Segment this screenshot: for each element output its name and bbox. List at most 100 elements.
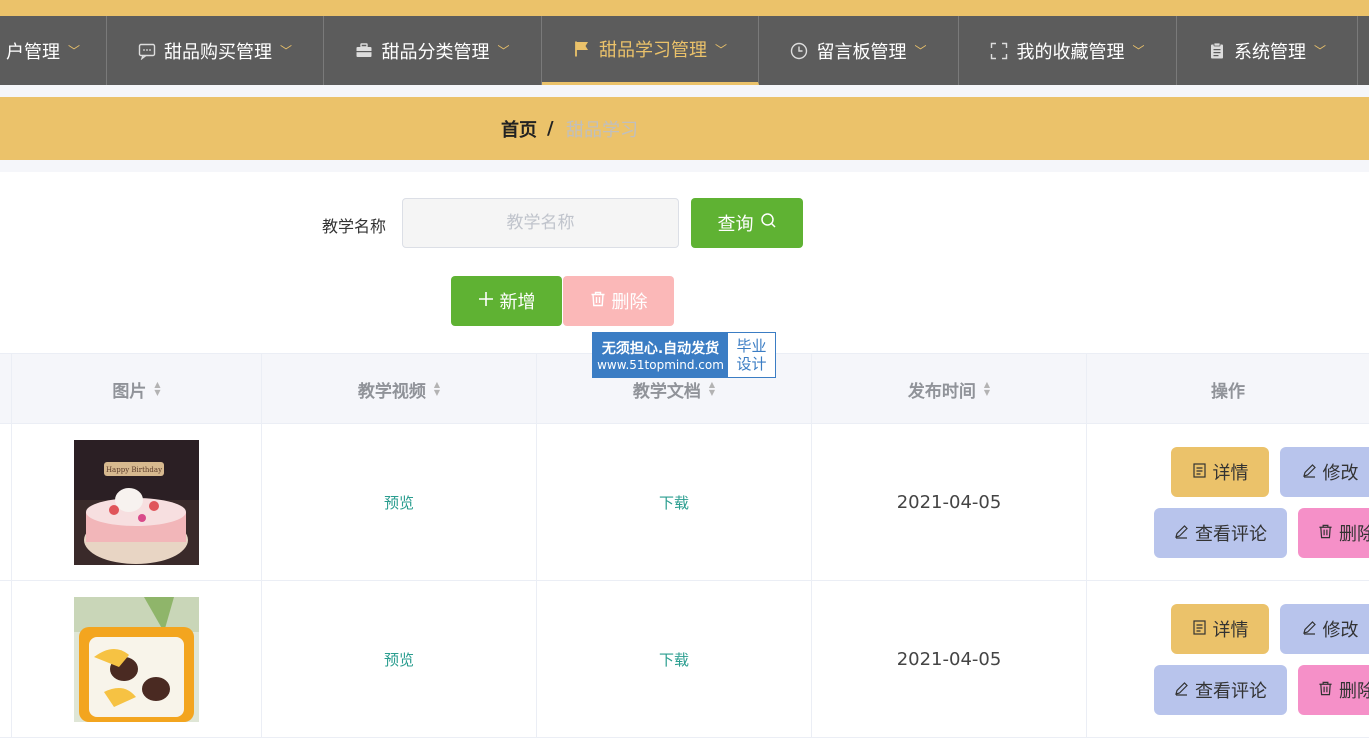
breadcrumb: 首页 / 甜品学习 <box>0 97 1369 160</box>
breadcrumb-current: 甜品学习 <box>566 119 638 141</box>
query-button[interactable]: 查询 <box>691 198 803 248</box>
table-header-label: 操作 <box>1211 381 1245 402</box>
view-comments-button-label: 查看评论 <box>1195 681 1267 702</box>
sort-icon[interactable]: ▲ ▼ <box>709 381 715 397</box>
search-input[interactable] <box>402 198 679 248</box>
nav-item-label: 我的收藏管理 <box>1016 41 1125 63</box>
search-icon <box>760 212 777 234</box>
query-button-label: 查询 <box>717 214 754 235</box>
nav-item-system-management[interactable]: 系统管理 ﹀ <box>1177 16 1358 85</box>
learning-table: 图片 ▲ ▼ 教学视频 ▲ ▼ 教学文档 ▲ ▼ 发布时间 ▲ ▼ 操作 Hap… <box>0 353 1369 738</box>
table-header-label: 教学文档 <box>632 381 701 402</box>
publish-date: 2021-04-05 <box>896 649 1002 670</box>
nav-item-message-board[interactable]: 留言板管理 ﹀ <box>759 16 959 85</box>
watermark-badge: 无须担心.自动发货 www.51topmind.com 毕业 设计 <box>592 332 776 378</box>
edit-button-label: 修改 <box>1322 463 1359 484</box>
batch-delete-button[interactable]: 删除 <box>563 276 674 326</box>
download-link[interactable]: 下载 <box>659 649 689 670</box>
table-header-label: 发布时间 <box>907 381 976 402</box>
nav-item-user-management[interactable]: 户管理 ﹀ <box>0 16 107 85</box>
chevron-down-icon: ﹀ <box>914 44 927 58</box>
clipboard-icon <box>1208 42 1226 60</box>
table-cell <box>0 581 12 738</box>
sort-icon[interactable]: ▲ ▼ <box>984 381 990 397</box>
plus-icon <box>478 291 494 312</box>
table-cell-image <box>12 581 262 738</box>
publish-date: 2021-04-05 <box>896 492 1002 513</box>
view-comments-button[interactable]: 查看评论 <box>1154 665 1287 715</box>
breadcrumb-separator: / <box>547 118 554 139</box>
chevron-down-icon: ﹀ <box>714 42 727 57</box>
edit-button[interactable]: 修改 <box>1280 447 1369 497</box>
add-button[interactable]: 新增 <box>451 276 562 326</box>
sort-icon[interactable]: ▲ ▼ <box>434 381 440 397</box>
nav-item-dessert-purchase[interactable]: 甜品购买管理 ﹀ <box>107 16 324 85</box>
pencil-icon <box>1174 680 1189 701</box>
pencil-icon <box>1174 523 1189 544</box>
nav-item-my-favorites[interactable]: 我的收藏管理 ﹀ <box>959 16 1177 85</box>
nav-item-label: 甜品学习管理 <box>598 40 707 61</box>
table-header-video[interactable]: 教学视频 ▲ ▼ <box>262 354 537 424</box>
nav-item-dessert-category[interactable]: 甜品分类管理 ﹀ <box>324 16 542 85</box>
briefcase-icon <box>355 42 373 60</box>
table-cell-document: 下载 <box>537 424 812 581</box>
pencil-icon <box>1302 619 1317 640</box>
pencil-icon <box>1302 462 1317 483</box>
preview-link[interactable]: 预览 <box>384 649 414 670</box>
document-icon <box>1192 462 1207 483</box>
trash-icon <box>1318 523 1333 544</box>
table-cell-date: 2021-04-05 <box>812 581 1087 738</box>
chevron-down-icon: ﹀ <box>1132 44 1145 58</box>
top-nav: 户管理 ﹀ 甜品购买管理 ﹀ 甜品分类管理 ﹀ 甜品学习管理 ﹀ 留言板管理 ﹀… <box>0 16 1369 85</box>
delete-button[interactable]: 删除 <box>1298 508 1369 558</box>
batch-delete-button-label: 删除 <box>611 292 648 313</box>
table-header-actions: 操作 <box>1087 354 1369 424</box>
table-cell <box>0 424 12 581</box>
chevron-down-icon: ﹀ <box>1313 44 1326 58</box>
preview-link[interactable]: 预览 <box>384 492 414 513</box>
document-icon <box>1192 619 1207 640</box>
chevron-down-icon: ﹀ <box>497 44 510 58</box>
cake-thumbnail-image: Happy Birthday <box>74 440 199 565</box>
chevron-down-icon: ﹀ <box>279 44 292 58</box>
watermark-left: 无须担心.自动发货 www.51topmind.com <box>593 333 728 377</box>
table-cell-document: 下载 <box>537 581 812 738</box>
table-header-image[interactable]: 图片 ▲ ▼ <box>12 354 262 424</box>
detail-button[interactable]: 详情 <box>1171 604 1269 654</box>
add-button-label: 新增 <box>499 292 536 313</box>
watermark-right2: 设计 <box>736 355 767 373</box>
dessert-thumbnail-image <box>74 597 199 722</box>
chat-icon <box>138 42 156 60</box>
table-row: Happy Birthday 预览 下载 2021-04-05 详情 修改 查看… <box>0 424 1369 581</box>
download-link[interactable]: 下载 <box>659 492 689 513</box>
detail-button[interactable]: 详情 <box>1171 447 1269 497</box>
table-header-publish-time[interactable]: 发布时间 ▲ ▼ <box>812 354 1087 424</box>
delete-button-label: 删除 <box>1339 681 1369 702</box>
table-cell-actions: 详情 修改 查看评论 删除 <box>1087 424 1369 581</box>
breadcrumb-home[interactable]: 首页 <box>501 116 537 142</box>
edit-button[interactable]: 修改 <box>1280 604 1369 654</box>
nav-item-dessert-learning[interactable]: 甜品学习管理 ﹀ <box>542 16 759 85</box>
detail-button-label: 详情 <box>1212 620 1249 641</box>
chevron-down-icon: ﹀ <box>67 44 80 58</box>
delete-button-label: 删除 <box>1339 524 1369 545</box>
table-cell-image: Happy Birthday <box>12 424 262 581</box>
flag-icon <box>573 40 591 58</box>
watermark-right1: 毕业 <box>736 337 767 355</box>
table-cell-video: 预览 <box>262 424 537 581</box>
top-accent-strip <box>0 0 1369 16</box>
table-cell-date: 2021-04-05 <box>812 424 1087 581</box>
table-header-label: 图片 <box>112 381 147 402</box>
watermark-line1: 无须担心.自动发货 <box>601 341 720 357</box>
view-comments-button[interactable]: 查看评论 <box>1154 508 1287 558</box>
sort-icon[interactable]: ▲ ▼ <box>154 381 160 397</box>
table-header-cell <box>0 354 12 424</box>
table-cell-video: 预览 <box>262 581 537 738</box>
watermark-right: 毕业 设计 <box>728 333 775 377</box>
trash-icon <box>590 291 606 312</box>
detail-button-label: 详情 <box>1212 463 1249 484</box>
table-cell-actions: 详情 修改 查看评论 删除 <box>1087 581 1369 738</box>
delete-button[interactable]: 删除 <box>1298 665 1369 715</box>
trash-icon <box>1318 680 1333 701</box>
table-header-label: 教学视频 <box>357 381 426 402</box>
